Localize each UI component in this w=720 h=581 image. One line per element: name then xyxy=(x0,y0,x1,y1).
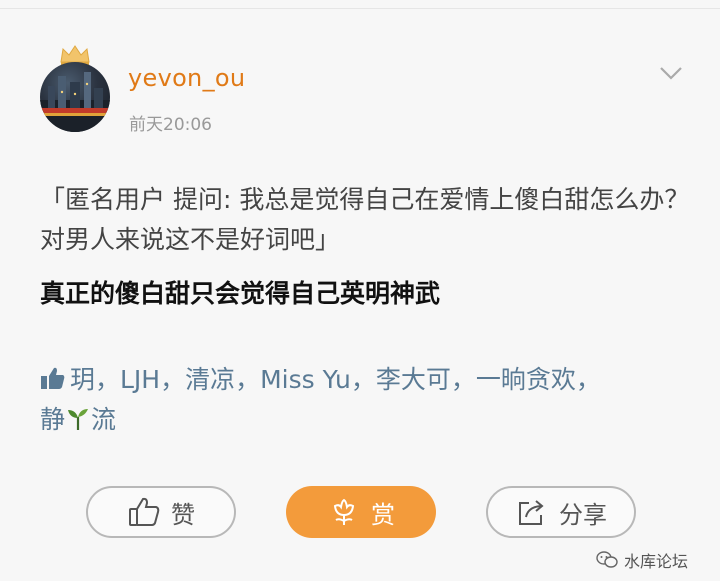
thumbs-up-outline-icon xyxy=(129,497,160,526)
username[interactable]: yevon_ou xyxy=(128,64,245,92)
avatar-container[interactable] xyxy=(40,44,110,134)
like-list: 玥，LJH，清凉，Miss Yu，李大可，一晌贪欢， 静 流 xyxy=(40,360,690,440)
wechat-icon xyxy=(596,551,618,568)
share-button-label: 分享 xyxy=(559,500,607,529)
chevron-down-icon[interactable] xyxy=(658,64,684,82)
reward-button[interactable]: 赏 xyxy=(286,486,436,538)
share-icon xyxy=(519,500,544,525)
sprout-icon xyxy=(68,409,89,430)
like-names[interactable]: 玥，LJH，清凉，Miss Yu，李大可，一晌贪欢， xyxy=(70,365,601,394)
post-card: yevon_ou 前天20:06 「匿名用户 提问: 我总是觉得自己在爱情上傻白… xyxy=(0,0,720,581)
thumbs-up-icon xyxy=(41,367,65,389)
like-button[interactable]: 赞 xyxy=(86,486,236,538)
avatar-image xyxy=(40,72,110,132)
like-name-part[interactable]: 静 xyxy=(40,405,65,434)
avatar[interactable] xyxy=(40,62,110,132)
answer-text: 真正的傻白甜只会觉得自己英明神武 xyxy=(40,279,441,308)
post-timestamp: 前天20:06 xyxy=(129,115,212,135)
divider xyxy=(0,8,720,9)
question-text: 「匿名用户 提问: 我总是觉得自己在爱情上傻白甜怎么办？ 对男人来说这不是好词吧… xyxy=(40,185,690,254)
reward-button-label: 赏 xyxy=(371,500,395,529)
watermark: 水库论坛 xyxy=(596,548,688,572)
watermark-text: 水库论坛 xyxy=(624,552,689,571)
like-button-label: 赞 xyxy=(171,500,195,529)
share-button[interactable]: 分享 xyxy=(486,486,636,538)
flower-icon xyxy=(333,498,355,525)
like-name-part[interactable]: 流 xyxy=(91,405,116,434)
